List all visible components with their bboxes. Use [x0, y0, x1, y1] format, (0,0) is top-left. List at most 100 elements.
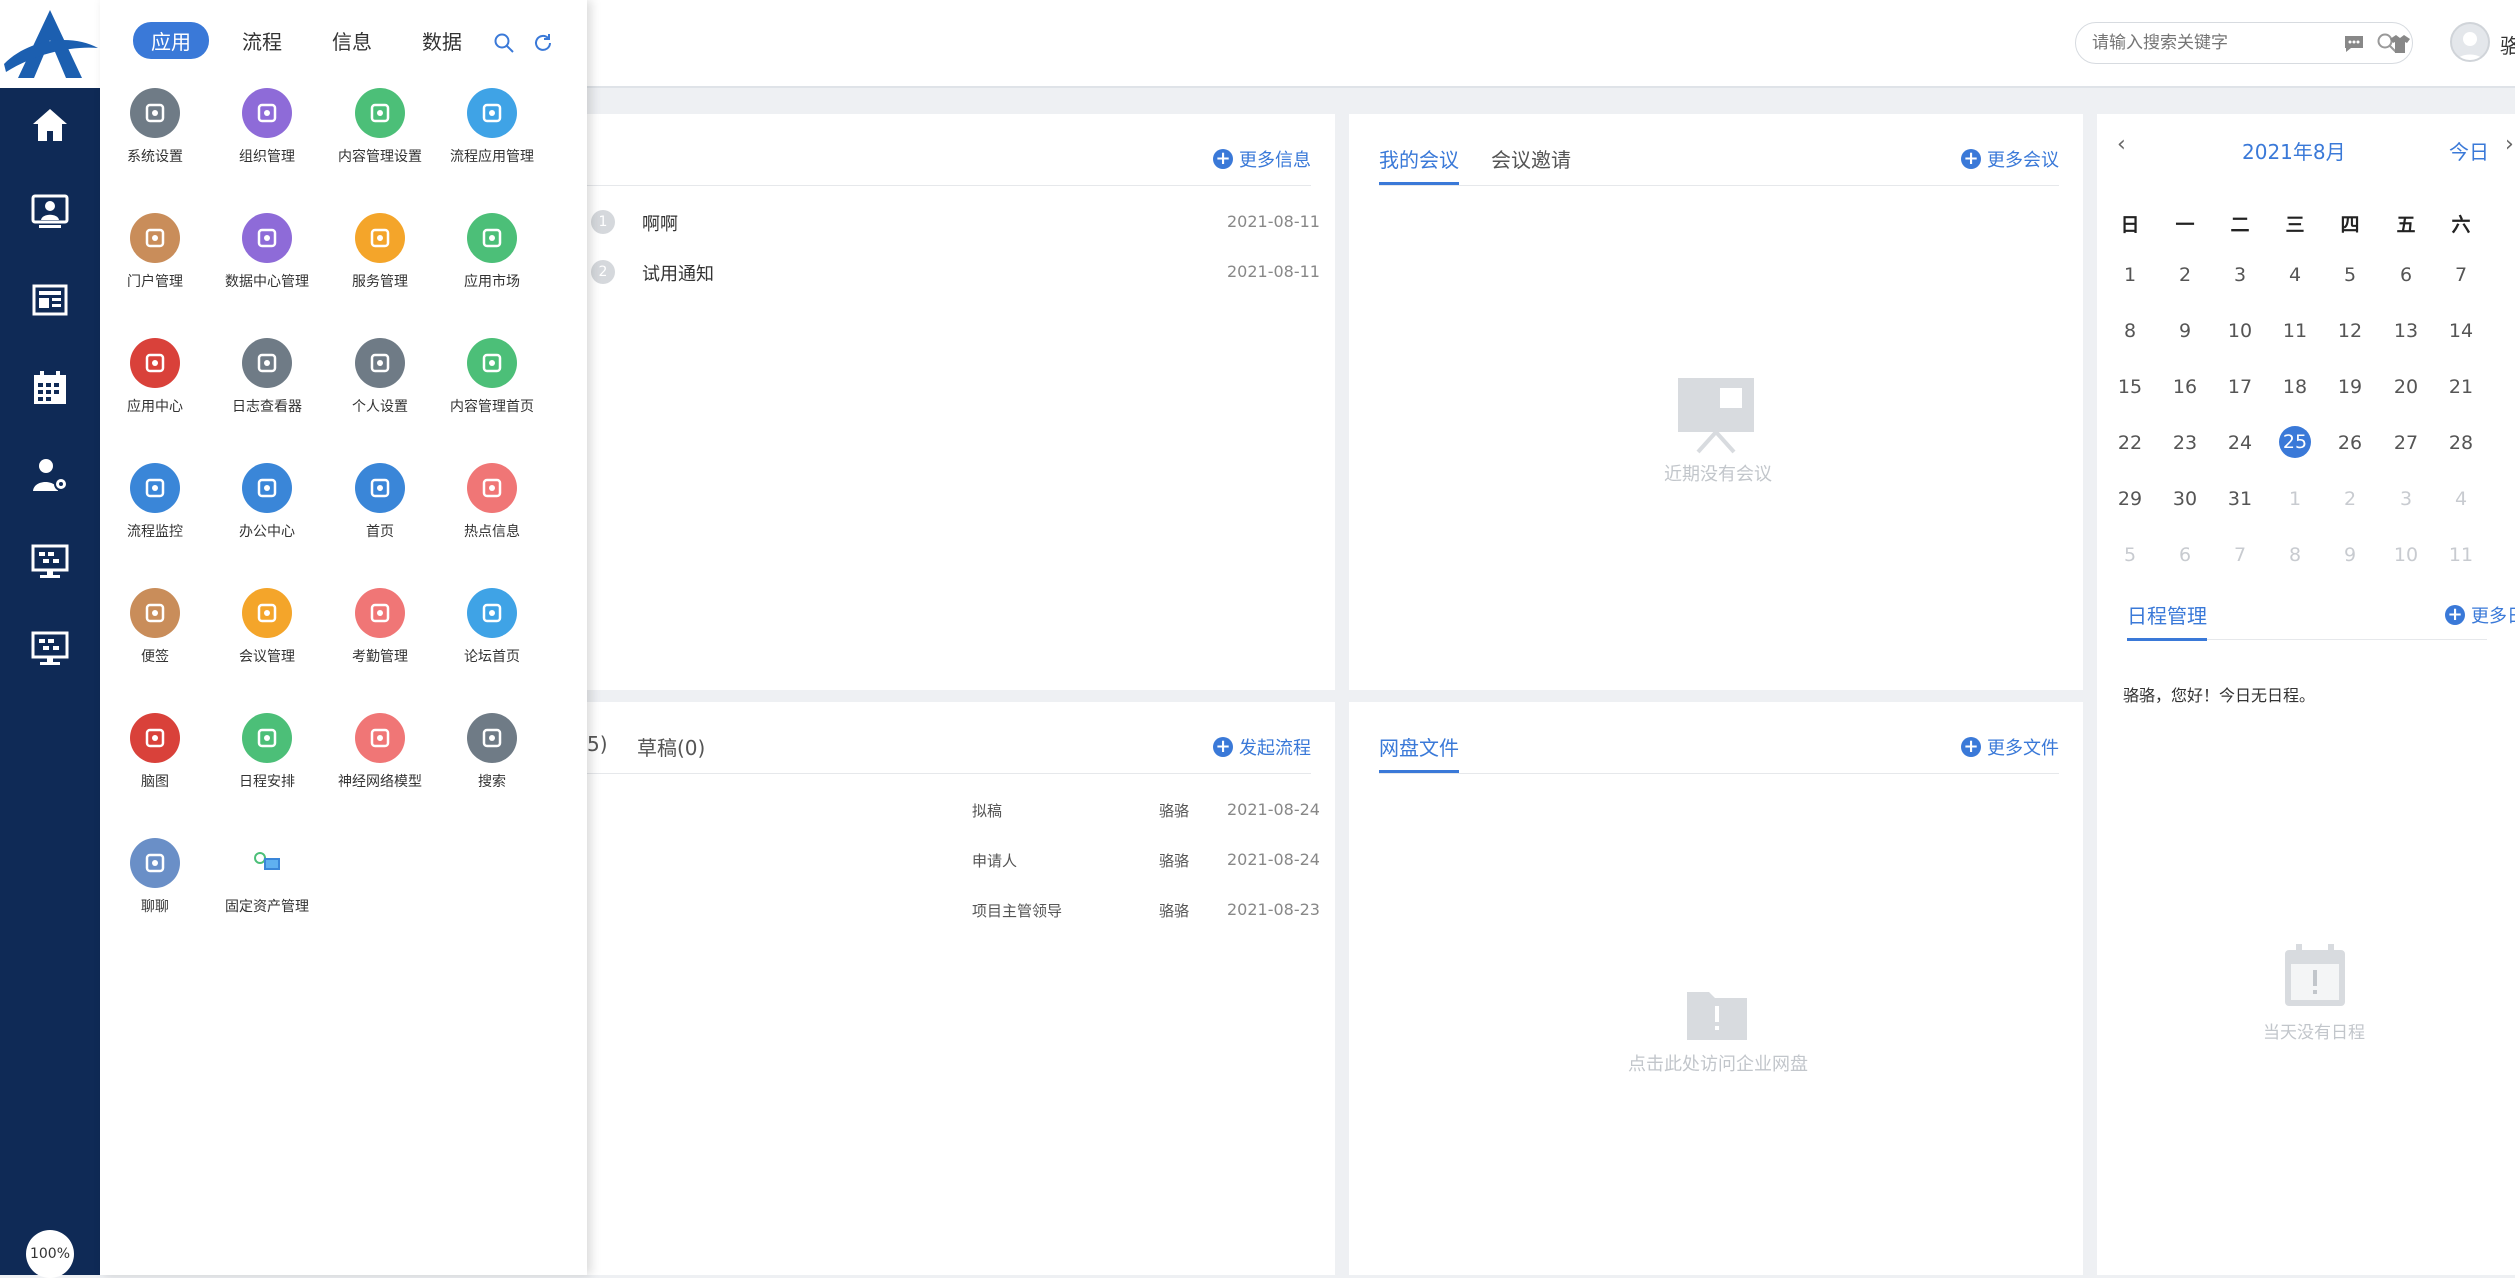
app-item[interactable]: 个人设置 — [324, 338, 436, 416]
calendar-day[interactable]: 16 — [2165, 376, 2205, 398]
app-item[interactable]: 系统设置 — [99, 88, 211, 166]
app-item[interactable]: 神经网络模型 — [324, 713, 436, 791]
skin-shirt-icon[interactable] — [2386, 30, 2414, 58]
calendar-day[interactable]: 4 — [2275, 264, 2315, 286]
tab-cloud-files[interactable]: 网盘文件 — [1379, 732, 1459, 773]
app-item[interactable]: 会议管理 — [211, 588, 323, 666]
calendar-day[interactable]: 19 — [2330, 376, 2370, 398]
calendar-day[interactable]: 14 — [2441, 320, 2481, 342]
prev-month-button[interactable]: ‹ — [2117, 132, 2126, 157]
calendar-day[interactable]: 3 — [2220, 264, 2260, 286]
app-item[interactable]: 内容管理设置 — [324, 88, 436, 166]
calendar-day[interactable]: 2 — [2330, 488, 2370, 510]
calendar-day[interactable]: 27 — [2386, 432, 2426, 454]
app-item[interactable]: 便签 — [99, 588, 211, 666]
tab-drafts[interactable]: 草稿(0) — [637, 732, 705, 761]
calendar-day[interactable]: 10 — [2220, 320, 2260, 342]
calendar-day[interactable]: 8 — [2110, 320, 2150, 342]
tab-my-meetings[interactable]: 我的会议 — [1379, 144, 1459, 185]
calendar-day[interactable]: 7 — [2220, 544, 2260, 566]
app-item[interactable]: 流程监控 — [99, 463, 211, 541]
app-item[interactable]: 数据中心管理 — [211, 213, 323, 291]
app-item[interactable]: 服务管理 — [324, 213, 436, 291]
calendar-icon[interactable] — [28, 366, 72, 410]
calendar-day[interactable]: 23 — [2165, 432, 2205, 454]
calendar-day[interactable]: 13 — [2386, 320, 2426, 342]
calendar-day[interactable]: 12 — [2330, 320, 2370, 342]
calendar-day[interactable]: 10 — [2386, 544, 2426, 566]
user-name[interactable]: 骆 — [2500, 30, 2515, 59]
app-item[interactable]: 内容管理首页 — [436, 338, 548, 416]
calendar-day[interactable]: 11 — [2441, 544, 2481, 566]
avatar[interactable] — [2450, 22, 2490, 62]
calendar-day[interactable]: 9 — [2165, 320, 2205, 342]
calendar-day[interactable]: 18 — [2275, 376, 2315, 398]
tab-info[interactable]: 信息 — [332, 26, 372, 55]
app-item[interactable]: 首页 — [324, 463, 436, 541]
search-input[interactable] — [2090, 32, 2376, 54]
home-icon[interactable] — [28, 103, 72, 147]
app-item[interactable]: 搜索 — [436, 713, 548, 791]
calendar-day[interactable]: 8 — [2275, 544, 2315, 566]
calendar-day[interactable]: 4 — [2441, 488, 2481, 510]
monitor-chart-icon[interactable] — [28, 627, 72, 671]
start-flow-link[interactable]: + 发起流程 — [1213, 734, 1311, 760]
calendar-day[interactable]: 28 — [2441, 432, 2481, 454]
search-icon[interactable] — [493, 32, 515, 54]
more-files-link[interactable]: + 更多文件 — [1961, 734, 2059, 760]
more-schedule-link[interactable]: + 更多日程 — [2445, 602, 2515, 628]
calendar-day[interactable]: 6 — [2386, 264, 2426, 286]
tab-flow-partial[interactable]: 5) — [587, 732, 608, 756]
calendar-day[interactable]: 5 — [2110, 544, 2150, 566]
open-cloud-drive-link[interactable]: 点击此处访问企业网盘 — [1628, 1050, 1808, 1076]
message-icon[interactable] — [2340, 30, 2368, 58]
user-screen-icon[interactable] — [28, 190, 72, 234]
monitor-chart-icon[interactable] — [28, 540, 72, 584]
app-item[interactable]: 办公中心 — [211, 463, 323, 541]
tab-flows[interactable]: 流程 — [242, 26, 282, 55]
calendar-day[interactable]: 31 — [2220, 488, 2260, 510]
app-item[interactable]: 考勤管理 — [324, 588, 436, 666]
calendar-day[interactable]: 2 — [2165, 264, 2205, 286]
app-item[interactable]: 应用中心 — [99, 338, 211, 416]
user-settings-icon[interactable] — [28, 453, 72, 497]
calendar-day[interactable]: 17 — [2220, 376, 2260, 398]
calendar-day[interactable]: 11 — [2275, 320, 2315, 342]
app-item[interactable]: 流程应用管理 — [436, 88, 548, 166]
tab-meeting-invites[interactable]: 会议邀请 — [1491, 144, 1571, 173]
newspaper-icon[interactable] — [28, 278, 72, 322]
more-notices-link[interactable]: + 更多信息 — [1213, 146, 1311, 172]
calendar-day[interactable]: 21 — [2441, 376, 2481, 398]
calendar-day[interactable]: 1 — [2110, 264, 2150, 286]
app-item[interactable]: 日程安排 — [211, 713, 323, 791]
calendar-day[interactable]: 26 — [2330, 432, 2370, 454]
app-item[interactable]: 论坛首页 — [436, 588, 548, 666]
next-month-button[interactable]: › — [2505, 132, 2514, 157]
app-item[interactable]: 应用市场 — [436, 213, 548, 291]
refresh-icon[interactable] — [532, 32, 554, 54]
calendar-day[interactable]: 1 — [2275, 488, 2315, 510]
today-marker[interactable]: 25 — [2279, 426, 2311, 458]
more-meetings-link[interactable]: + 更多会议 — [1961, 146, 2059, 172]
calendar-day[interactable]: 24 — [2220, 432, 2260, 454]
app-item[interactable]: 脑图 — [99, 713, 211, 791]
tab-schedule[interactable]: 日程管理 — [2127, 600, 2207, 641]
calendar-day[interactable]: 3 — [2386, 488, 2426, 510]
app-item[interactable]: 热点信息 — [436, 463, 548, 541]
notice-title[interactable]: 啊啊 — [642, 210, 678, 236]
app-item[interactable]: 日志查看器 — [211, 338, 323, 416]
calendar-day[interactable]: 7 — [2441, 264, 2481, 286]
calendar-day[interactable]: 20 — [2386, 376, 2426, 398]
app-item[interactable]: 组织管理 — [211, 88, 323, 166]
app-item[interactable]: 固定资产管理 — [211, 838, 323, 916]
calendar-day[interactable]: 30 — [2165, 488, 2205, 510]
calendar-day[interactable]: 29 — [2110, 488, 2150, 510]
calendar-day[interactable]: 25 — [2275, 426, 2315, 458]
app-item[interactable]: 聊聊 — [99, 838, 211, 916]
calendar-day[interactable]: 9 — [2330, 544, 2370, 566]
tab-data[interactable]: 数据 — [422, 26, 462, 55]
calendar-day[interactable]: 15 — [2110, 376, 2150, 398]
calendar-day[interactable]: 22 — [2110, 432, 2150, 454]
notice-title[interactable]: 试用通知 — [642, 260, 714, 286]
calendar-day[interactable]: 5 — [2330, 264, 2370, 286]
